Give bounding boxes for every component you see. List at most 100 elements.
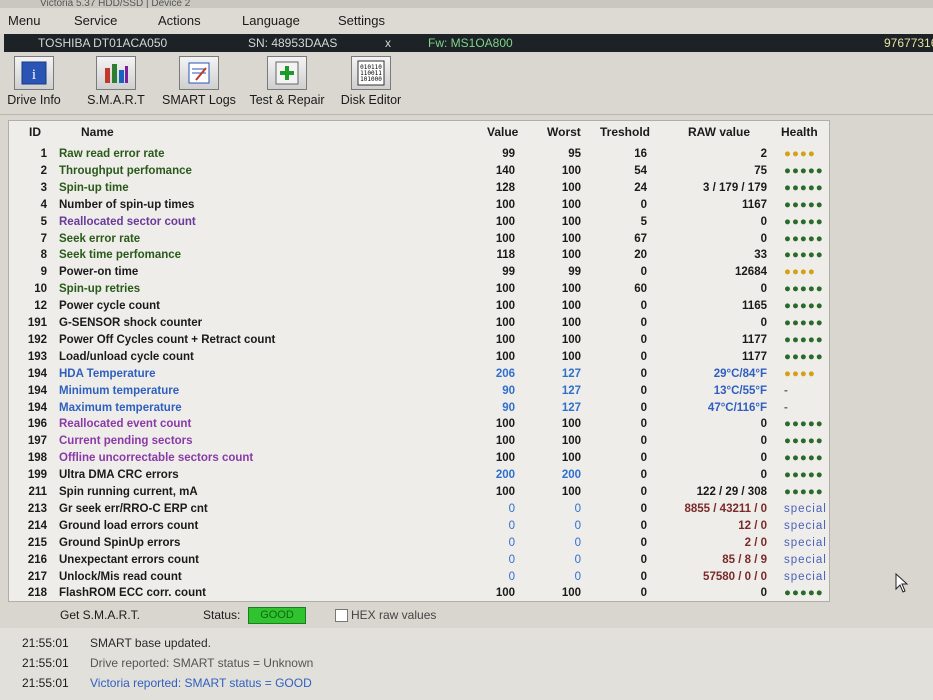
binary-icon: 010110 110011 101000	[351, 56, 391, 90]
attr-raw: 0	[760, 215, 767, 228]
table-row[interactable]: 216 Unexpectant errors count 0 0 0 85 / 8 / 9…	[9, 552, 829, 569]
attr-raw: 12684	[735, 266, 767, 279]
menu-item-actions[interactable]: Actions	[158, 13, 201, 28]
table-row[interactable]: 10 Spin-up retries 100 100 60 0 ●●●●●	[9, 281, 829, 298]
table-row[interactable]: 218 FlashROM ECC corr. count 100 100 0 0 ●●●●●	[9, 585, 829, 602]
table-row[interactable]: 194 Maximum temperature 90 127 0 47°C/116°F -	[9, 400, 829, 417]
smart-button[interactable]: S.M.A.R.T	[84, 56, 148, 112]
status-badge: GOOD	[248, 607, 306, 624]
attr-health: ●●●●●	[784, 232, 824, 245]
smart-table: ID Name Value Worst Treshold RAW value H…	[8, 120, 830, 602]
table-row[interactable]: 214 Ground load errors count 0 0 0 12 / 0 spec…	[9, 518, 829, 535]
attr-id: 191	[27, 317, 47, 329]
svg-text:101000: 101000	[360, 76, 382, 83]
log-time: 21:55:01	[22, 676, 69, 690]
attr-id: 199	[27, 469, 47, 482]
table-row[interactable]: 4 Number of spin-up times 100 100 0 1167 ●●●●●	[9, 197, 829, 214]
attr-worst: 100	[561, 215, 581, 228]
table-row[interactable]: 9 Power-on time 99 99 0 12684 ●●●●	[9, 264, 829, 281]
table-row[interactable]: 2 Throughput perfomance 140 100 54 75 ●●●●●	[9, 163, 829, 180]
attr-health: ●●●●●	[784, 435, 824, 448]
attr-id: 194	[27, 401, 47, 414]
menu-item-service[interactable]: Service	[74, 13, 117, 28]
drive-info-label: Drive Info	[7, 93, 61, 107]
smart-bars-icon	[96, 56, 136, 90]
attr-health: ●●●●●	[784, 452, 824, 465]
attr-id: 9	[40, 266, 47, 279]
test-repair-button[interactable]: Test & Repair	[247, 56, 327, 112]
menu-item-settings[interactable]: Settings	[338, 13, 385, 28]
table-row[interactable]: 191 G-SENSOR shock counter 100 100 0 0 ●●●●●	[9, 315, 829, 332]
table-row[interactable]: 194 HDA Temperature 206 127 0 29°C/84°F ●●●●	[9, 366, 829, 383]
attr-value: 100	[495, 215, 515, 228]
drive-serial: SN: 48953DAAS	[248, 36, 338, 50]
attr-worst: 100	[561, 198, 581, 211]
attr-raw: 0	[760, 469, 767, 482]
attr-worst: 95	[568, 148, 581, 160]
table-row[interactable]: 196 Reallocated event count 100 100 0 0 ●●●●●	[9, 416, 829, 433]
attr-worst: 100	[561, 587, 581, 600]
menu-item-language[interactable]: Language	[242, 13, 300, 28]
table-row[interactable]: 193 Load/unload cycle count 100 100 0 1177 ●●●…	[9, 349, 829, 366]
attr-health: special	[784, 570, 827, 583]
log-message: Victoria reported: SMART status = GOOD	[90, 676, 312, 690]
attr-id: 12	[34, 300, 47, 313]
window-title-bar: Victoria 5.37 HDD/SSD | Device 2	[0, 0, 933, 8]
table-row[interactable]: 192 Power Off Cycles count + Retract coun…	[9, 332, 829, 349]
attr-raw: 13°C/55°F	[713, 384, 767, 397]
table-row[interactable]: 12 Power cycle count 100 100 0 1165 ●●●●●	[9, 298, 829, 315]
drive-firmware: Fw: MS1OA800	[428, 36, 513, 50]
smart-logs-button[interactable]: SMART Logs	[162, 56, 236, 112]
attr-threshold: 0	[640, 570, 647, 583]
attr-worst: 100	[561, 283, 581, 296]
attr-worst: 100	[561, 181, 581, 194]
attr-threshold: 0	[640, 401, 647, 414]
attr-worst: 0	[574, 570, 581, 583]
table-row[interactable]: 217 Unlock/Mis read count 0 0 0 57580 / 0 / 0…	[9, 569, 829, 586]
menu-item-menu[interactable]: Menu	[8, 13, 41, 28]
table-row[interactable]: 8 Seek time perfomance 118 100 20 33 ●●●●●	[9, 247, 829, 264]
attr-id: 5	[40, 215, 47, 228]
attr-name: Unexpectant errors count	[59, 553, 199, 566]
logs-icon	[179, 56, 219, 90]
table-row[interactable]: 211 Spin running current, mA 100 100 0 122 / …	[9, 484, 829, 501]
table-row[interactable]: 194 Minimum temperature 90 127 0 13°C/55°F -	[9, 383, 829, 400]
table-row[interactable]: 5 Reallocated sector count 100 100 5 0 ●●●●●	[9, 214, 829, 231]
attr-value: 90	[502, 384, 515, 397]
attr-worst: 100	[561, 418, 581, 431]
attr-threshold: 5	[640, 215, 647, 228]
attr-name: Reallocated sector count	[59, 215, 196, 228]
hex-raw-checkbox[interactable]	[335, 609, 348, 622]
table-row[interactable]: 3 Spin-up time 128 100 24 3 / 179 / 179 ●●●●●	[9, 180, 829, 197]
drive-close-button[interactable]: x	[385, 34, 391, 52]
drive-selector-bar[interactable]: TOSHIBA DT01ACA050 SN: 48953DAAS x Fw: M…	[4, 34, 933, 52]
attr-value: 90	[502, 401, 515, 414]
attr-worst: 100	[561, 317, 581, 329]
attr-name: Throughput perfomance	[59, 164, 192, 177]
attr-raw: 29°C/84°F	[713, 367, 767, 380]
table-row[interactable]: 215 Ground SpinUp errors 0 0 0 2 / 0 special	[9, 535, 829, 552]
drive-model: TOSHIBA DT01ACA050	[38, 36, 168, 50]
attr-worst: 100	[561, 249, 581, 262]
drive-capacity: 976773168	[884, 36, 933, 50]
table-row[interactable]: 198 Offline uncorrectable sectors count 10…	[9, 450, 829, 467]
attr-threshold: 0	[640, 350, 647, 363]
attr-health: ●●●●	[784, 367, 816, 380]
disk-editor-button[interactable]: 010110 110011 101000 Disk Editor	[340, 56, 402, 112]
attr-id: 217	[27, 570, 47, 583]
table-row[interactable]: 7 Seek error rate 100 100 67 0 ●●●●●	[9, 231, 829, 248]
attr-id: 196	[27, 418, 47, 431]
get-smart-button[interactable]: Get S.M.A.R.T.	[60, 604, 140, 626]
drive-info-button[interactable]: i Drive Info	[6, 56, 62, 112]
attr-raw: 12 / 0	[738, 519, 767, 532]
table-row[interactable]: 197 Current pending sectors 100 100 0 0 ●●●●●	[9, 433, 829, 450]
attr-worst: 0	[574, 519, 581, 532]
attr-threshold: 24	[634, 181, 647, 194]
attr-value: 0	[508, 502, 515, 515]
attr-threshold: 67	[634, 232, 647, 245]
table-row[interactable]: 213 Gr seek err/RRO-C ERP cnt 0 0 0 8855 / 43…	[9, 501, 829, 518]
table-row[interactable]: 199 Ultra DMA CRC errors 200 200 0 0 ●●●●●	[9, 467, 829, 484]
table-row[interactable]: 1 Raw read error rate 99 95 16 2 ●●●●	[9, 146, 829, 163]
attr-raw: 57580 / 0 / 0	[703, 570, 767, 583]
attr-worst: 99	[568, 266, 581, 279]
